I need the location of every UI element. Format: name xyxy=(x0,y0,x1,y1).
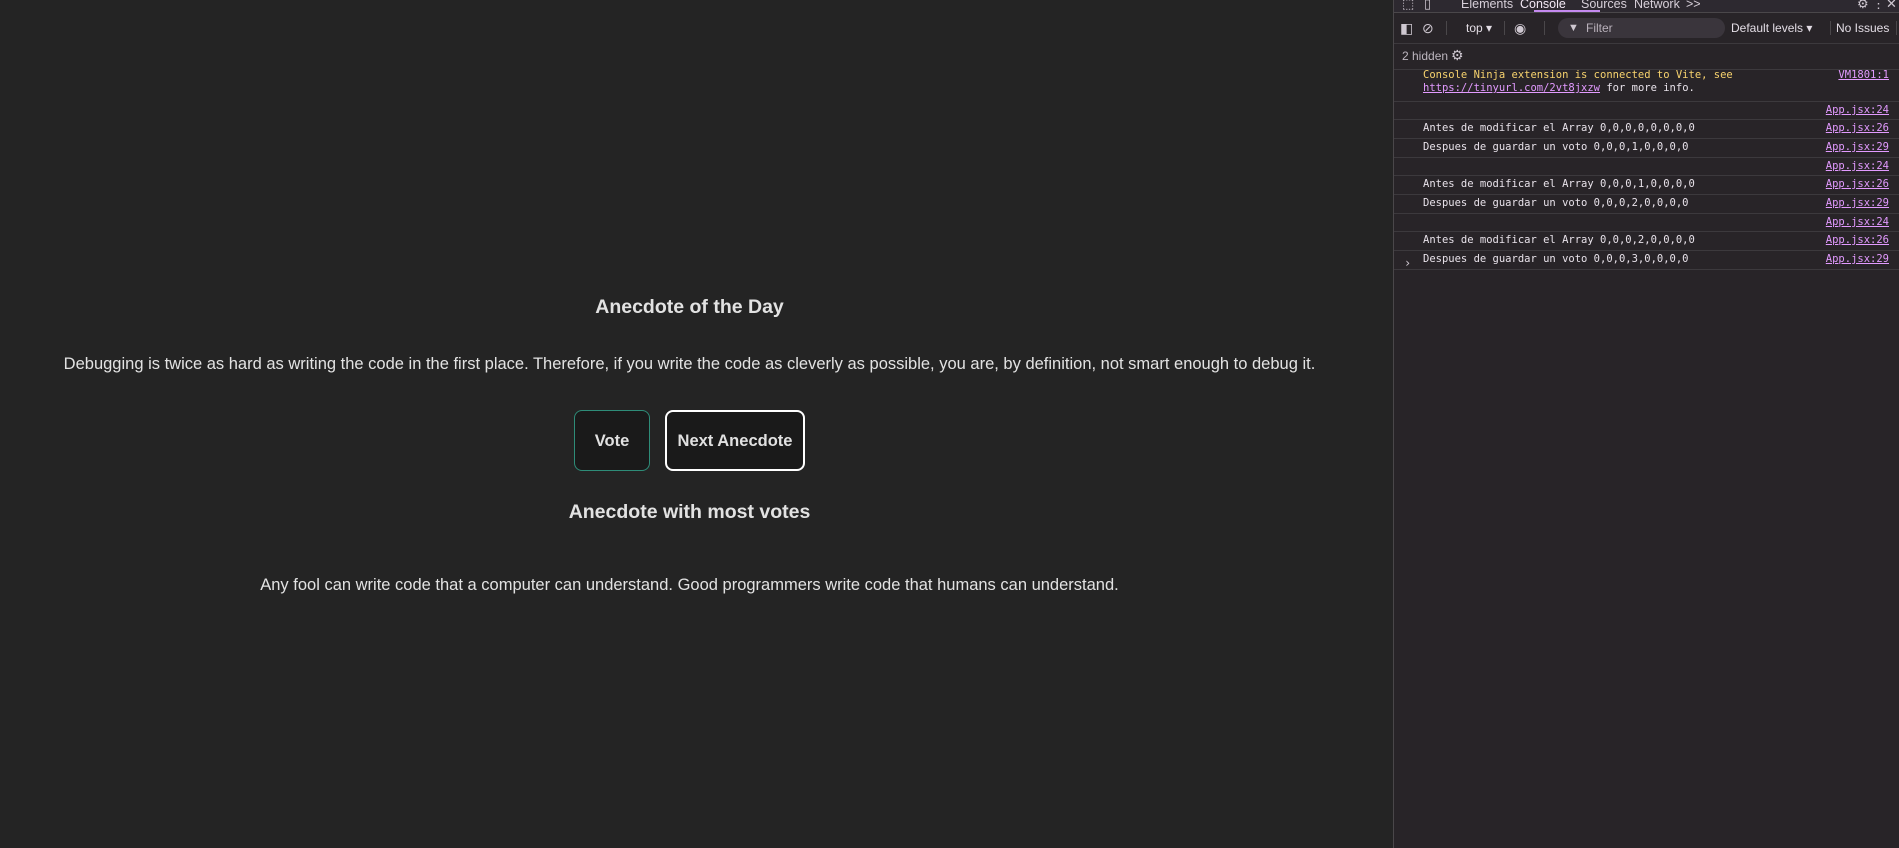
anecdote-title: Anecdote of the Day xyxy=(595,296,784,318)
more-tabs-icon[interactable]: >> xyxy=(1686,0,1701,12)
filter-icon: ▼ xyxy=(1568,22,1579,34)
clear-console-icon[interactable]: ⊘ xyxy=(1422,19,1434,37)
device-toolbar-icon[interactable]: ▯ xyxy=(1424,0,1431,12)
console-message: Console Ninja extension is connected to … xyxy=(1394,69,1899,102)
toolbar-divider xyxy=(1896,21,1897,35)
message-source-link[interactable]: App.jsx:29 xyxy=(1826,197,1889,210)
most-votes-title: Anecdote with most votes xyxy=(568,501,811,523)
devtools-panel: ⬚ ▯ Elements Console Sources Network >> … xyxy=(1393,0,1899,848)
tab-network[interactable]: Network xyxy=(1634,0,1680,12)
message-source-link[interactable]: App.jsx:26 xyxy=(1826,122,1889,135)
close-icon[interactable]: ✕ xyxy=(1886,0,1897,12)
message-link[interactable]: https://tinyurl.com/2vt8jxzw xyxy=(1423,82,1600,94)
console-toolbar: ◧ ⊘ top ▾ ◉ ▼ Filter Default levels ▾ No… xyxy=(1394,13,1899,44)
console-message: Antes de modificar el Array 0,0,0,2,0,0,… xyxy=(1394,232,1899,251)
most-votes-text: Any fool can write code that a computer … xyxy=(260,576,1119,594)
console-message-text: Antes de modificar el Array 0,0,0,0,0,0,… xyxy=(1423,122,1695,134)
message-source-link[interactable]: App.jsx:29 xyxy=(1826,141,1889,154)
message-source-link[interactable]: App.jsx:24 xyxy=(1826,216,1889,229)
tab-elements[interactable]: Elements xyxy=(1461,0,1513,12)
settings-icon[interactable]: ⚙ xyxy=(1857,0,1869,12)
toolbar-divider xyxy=(1504,21,1505,35)
console-message-text: Console Ninja extension is connected to … xyxy=(1423,69,1733,95)
console-settings-icon[interactable]: ⚙ xyxy=(1451,46,1464,64)
message-source-link[interactable]: App.jsx:26 xyxy=(1826,178,1889,191)
tab-sources[interactable]: Sources xyxy=(1581,0,1627,12)
console-message: App.jsx:24 xyxy=(1394,102,1899,120)
live-expression-eye-icon[interactable]: ◉ xyxy=(1514,19,1526,37)
chevron-down-icon: ▾ xyxy=(1486,21,1493,35)
message-link-suffix: for more info. xyxy=(1600,82,1695,94)
console-message: Despues de guardar un voto 0,0,0,2,0,0,0… xyxy=(1394,195,1899,214)
vote-button[interactable]: Vote xyxy=(574,410,650,471)
message-source-link[interactable]: App.jsx:24 xyxy=(1826,104,1889,117)
anecdote-text: Debugging is twice as hard as writing th… xyxy=(63,355,1316,373)
context-select[interactable]: top ▾ xyxy=(1466,19,1492,37)
toolbar-divider xyxy=(1830,21,1831,35)
filter-placeholder: Filter xyxy=(1586,21,1613,35)
issues-counter[interactable]: No Issues xyxy=(1836,19,1889,37)
message-source-link[interactable]: App.jsx:24 xyxy=(1826,160,1889,173)
console-message: App.jsx:24 xyxy=(1394,158,1899,176)
console-message: Despues de guardar un voto 0,0,0,3,0,0,0… xyxy=(1394,251,1899,270)
log-levels-select[interactable]: Default levels ▾ xyxy=(1731,19,1812,37)
warning-message-text: Console Ninja extension is connected to … xyxy=(1423,69,1733,81)
console-message: Antes de modificar el Array 0,0,0,1,0,0,… xyxy=(1394,176,1899,195)
toolbar-divider xyxy=(1544,21,1545,35)
message-source-link[interactable]: VM1801:1 xyxy=(1838,69,1889,82)
console-message-text: Antes de modificar el Array 0,0,0,2,0,0,… xyxy=(1423,234,1695,246)
console-messages: Console Ninja extension is connected to … xyxy=(1394,69,1899,270)
console-message: Antes de modificar el Array 0,0,0,0,0,0,… xyxy=(1394,120,1899,139)
more-options-icon[interactable]: ⋮ xyxy=(1872,0,1885,12)
console-message: Despues de guardar un voto 0,0,0,1,0,0,0… xyxy=(1394,139,1899,158)
console-message-text: Despues de guardar un voto 0,0,0,3,0,0,0… xyxy=(1423,253,1689,265)
filter-input[interactable]: ▼ Filter xyxy=(1558,18,1725,38)
console-message-text: Despues de guardar un voto 0,0,0,2,0,0,0… xyxy=(1423,197,1689,209)
log-levels-value: Default levels xyxy=(1731,21,1804,35)
console-message: App.jsx:24 xyxy=(1394,214,1899,232)
console-message-text: Despues de guardar un voto 0,0,0,1,0,0,0… xyxy=(1423,141,1689,153)
devtools-tabbar: ⬚ ▯ Elements Console Sources Network >> … xyxy=(1394,0,1899,13)
app-page: Anecdote of the Day Debugging is twice a… xyxy=(0,0,1394,848)
chevron-down-icon: ▾ xyxy=(1806,21,1813,35)
hidden-messages-count: 2 hidden xyxy=(1402,49,1449,63)
console-message-text: Antes de modificar el Array 0,0,0,1,0,0,… xyxy=(1423,178,1695,190)
context-select-value: top xyxy=(1466,21,1483,35)
next-anecdote-button[interactable]: Next Anecdote xyxy=(665,410,805,471)
message-source-link[interactable]: App.jsx:26 xyxy=(1826,234,1889,247)
console-prompt[interactable]: › xyxy=(1404,256,1411,270)
toolbar-divider xyxy=(1446,21,1447,35)
console-subbar: 2 hidden ⚙ xyxy=(1394,44,1899,70)
message-source-link[interactable]: App.jsx:29 xyxy=(1826,253,1889,266)
inspect-element-icon[interactable]: ⬚ xyxy=(1402,0,1414,12)
sidebar-toggle-icon[interactable]: ◧ xyxy=(1400,19,1413,37)
